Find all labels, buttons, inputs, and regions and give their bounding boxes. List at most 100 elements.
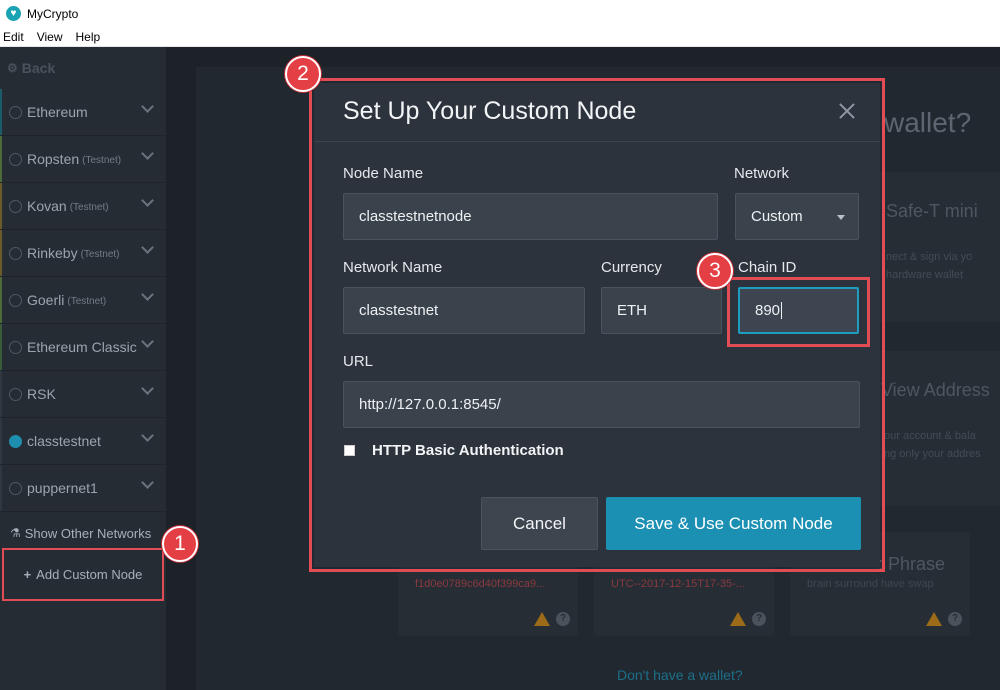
testnet-tag: (Testnet) — [67, 296, 107, 307]
chevron-down-icon[interactable] — [141, 194, 154, 207]
network-select-value: Custom — [751, 208, 803, 225]
sidebar-item-network[interactable]: Ethereum Classic — [0, 324, 166, 371]
http-auth-label: HTTP Basic Authentication — [372, 442, 564, 459]
mycrypto-logo-icon: ♥ — [6, 6, 21, 21]
wallet-heading: wallet? — [884, 107, 972, 138]
view-address-subtitle-2: ng only your addres — [884, 448, 981, 460]
radio-icon[interactable] — [9, 105, 22, 119]
help-icon[interactable]: ? — [752, 612, 766, 626]
testnet-tag: (Testnet) — [80, 249, 120, 260]
cancel-button[interactable]: Cancel — [481, 497, 598, 550]
radio-icon[interactable] — [9, 152, 22, 166]
network-name: Goerli — [27, 292, 65, 308]
chevron-down-icon[interactable] — [141, 476, 154, 489]
http-auth-checkbox[interactable] — [344, 445, 355, 456]
sidebar-item-network[interactable]: Ethereum — [0, 89, 166, 136]
warning-icon — [534, 612, 550, 626]
chevron-down-icon[interactable] — [141, 335, 154, 348]
add-custom-node-button[interactable]: + Add Custom Node — [2, 548, 164, 601]
network-list: Ethereum Ropsten (Testnet) Kovan (Testnet) Ri… — [0, 89, 166, 512]
chain-id-highlight-frame — [727, 277, 870, 347]
flask-icon: ⚗ — [10, 526, 21, 540]
network-name-input[interactable]: classtestnet — [343, 287, 585, 334]
radio-icon[interactable] — [9, 340, 22, 354]
currency-input[interactable]: ETH — [601, 287, 722, 334]
network-accent — [0, 324, 2, 370]
network-name: Ropsten — [27, 151, 80, 167]
modal-divider — [314, 141, 880, 142]
help-icon[interactable]: ? — [556, 612, 570, 626]
sidebar-item-network[interactable]: RSK — [0, 371, 166, 418]
url-label: URL — [343, 353, 374, 370]
menu-edit[interactable]: Edit — [3, 30, 24, 44]
chevron-down-icon[interactable] — [141, 429, 154, 442]
node-name-label: Node Name — [343, 165, 424, 182]
view-address-card[interactable]: View Address our account & bala ng only … — [866, 351, 1000, 506]
network-label: Network — [734, 165, 790, 182]
callout-3: 3 — [697, 253, 733, 289]
node-name-input[interactable]: classtestnetnode — [343, 193, 718, 240]
warning-icon — [730, 612, 746, 626]
warning-icon — [926, 612, 942, 626]
sidebar-item-network[interactable]: Goerli (Testnet) — [0, 277, 166, 324]
back-label: Back — [21, 60, 56, 76]
back-button[interactable]: ⚙ Back — [0, 47, 166, 89]
sidebar-item-network[interactable]: classtestnet — [0, 418, 166, 465]
close-icon[interactable] — [836, 100, 858, 122]
gear-icon: ⚙ — [7, 61, 18, 75]
view-address-subtitle-1: our account & bala — [884, 430, 976, 442]
sidebar-item-network[interactable]: Ropsten (Testnet) — [0, 136, 166, 183]
radio-icon[interactable] — [9, 481, 22, 495]
keystore-card-text: f1d0e0789c6d40f399ca9... — [415, 578, 546, 590]
caret-down-icon — [837, 215, 845, 220]
network-name: puppernet1 — [27, 480, 98, 496]
sidebar-item-network[interactable]: Rinkeby (Testnet) — [0, 230, 166, 277]
save-custom-node-button[interactable]: Save & Use Custom Node — [606, 497, 861, 550]
safe-t-title: Safe-T mini — [886, 201, 978, 221]
no-wallet-link[interactable]: Don't have a wallet? — [617, 667, 743, 683]
utc-file-card-text: UTC--2017-12-15T17-35-... — [611, 578, 745, 590]
chain-id-label: Chain ID — [738, 259, 797, 276]
menu-view[interactable]: View — [37, 30, 63, 44]
currency-label: Currency — [601, 259, 662, 276]
chevron-down-icon[interactable] — [141, 147, 154, 160]
add-custom-node-label: Add Custom Node — [36, 567, 143, 582]
mnemonic-phrase-text: brain surround have swap — [807, 578, 934, 590]
sidebar-item-network[interactable]: Kovan (Testnet) — [0, 183, 166, 230]
testnet-tag: (Testnet) — [69, 202, 109, 213]
network-name: Ethereum — [27, 104, 88, 120]
url-input[interactable]: http://127.0.0.1:8545/ — [343, 381, 860, 428]
plus-icon: + — [23, 567, 32, 582]
network-name: Kovan — [27, 198, 67, 214]
modal-title: Set Up Your Custom Node — [343, 97, 637, 125]
network-accent — [0, 89, 2, 135]
title-bar: ♥ MyCrypto — [0, 0, 1000, 27]
network-accent — [0, 230, 2, 276]
menu-help[interactable]: Help — [75, 30, 100, 44]
show-other-networks-label: Show Other Networks — [24, 525, 152, 541]
help-icon[interactable]: ? — [948, 612, 962, 626]
chevron-down-icon[interactable] — [141, 100, 154, 113]
radio-icon[interactable] — [9, 293, 22, 307]
callout-2: 2 — [285, 56, 321, 92]
network-name: classtestnet — [27, 433, 101, 449]
radio-icon[interactable] — [9, 434, 22, 448]
menu-bar: Edit View Help — [0, 27, 1000, 47]
radio-icon[interactable] — [9, 387, 22, 401]
radio-icon[interactable] — [9, 199, 22, 213]
view-address-title: View Address — [881, 380, 990, 400]
network-name: RSK — [27, 386, 56, 402]
network-accent — [0, 418, 2, 464]
safe-t-subtitle-2: hardware wallet — [886, 269, 964, 281]
network-accent — [0, 371, 2, 417]
chevron-down-icon[interactable] — [141, 382, 154, 395]
chevron-down-icon[interactable] — [141, 288, 154, 301]
network-select[interactable]: Custom — [735, 193, 859, 240]
network-name: Rinkeby — [27, 245, 78, 261]
sidebar-item-network[interactable]: puppernet1 — [0, 465, 166, 512]
safe-t-card[interactable]: Safe-T mini nect & sign via yo hardware … — [866, 172, 1000, 322]
network-name: Ethereum Classic — [27, 339, 137, 355]
radio-icon[interactable] — [9, 246, 22, 260]
callout-1: 1 — [162, 526, 198, 562]
chevron-down-icon[interactable] — [141, 241, 154, 254]
